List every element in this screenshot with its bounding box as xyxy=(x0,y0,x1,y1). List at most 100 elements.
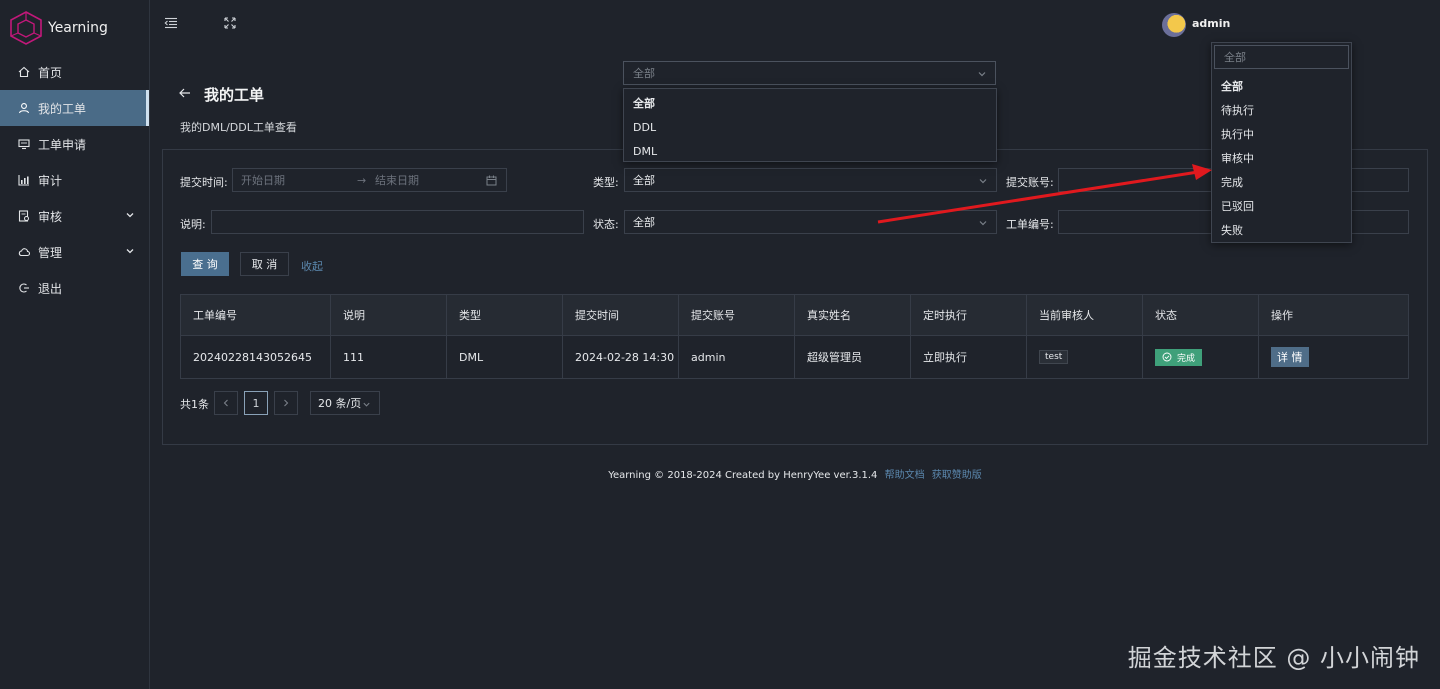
home-icon xyxy=(18,66,30,78)
type-dropdown-menu: 全部 DDL DML xyxy=(623,88,997,162)
chevron-down-icon xyxy=(363,402,370,407)
sidebar-item-label: 审核 xyxy=(38,209,63,224)
dropdown-option[interactable]: DDL xyxy=(624,115,996,139)
reviewer-tag: test xyxy=(1039,350,1069,364)
time-cell: 2024-02-28 14:30 xyxy=(563,336,679,378)
column-header: 定时执行 xyxy=(911,295,1027,335)
page-size-value: 20 条/页 xyxy=(318,397,362,410)
type-label: 类型: xyxy=(593,176,619,189)
sidebar-item-label: 管理 xyxy=(38,245,63,260)
column-header: 操作 xyxy=(1271,309,1293,322)
action-cell: 详 情 xyxy=(1259,336,1408,378)
dropdown-option[interactable]: 待执行 xyxy=(1212,98,1351,122)
status-dropdown-placeholder: 全部 xyxy=(1224,51,1246,64)
sidebar-item-manage[interactable]: 管理 xyxy=(0,234,149,270)
page-number-button[interactable]: 1 xyxy=(244,391,268,415)
sponsor-link[interactable]: 获取赞助版 xyxy=(932,470,982,481)
sidebar-menu: 首页 我的工单 工单申请 审计 审核 管理 退出 xyxy=(0,54,149,306)
type-cell: DML xyxy=(447,336,563,378)
fullscreen-icon[interactable] xyxy=(223,16,237,30)
order-id-cell: 20240228143052645 xyxy=(181,336,331,378)
app-name: Yearning xyxy=(48,20,108,36)
page-title: 我的工单 xyxy=(204,86,265,104)
column-header: 当前审核人 xyxy=(1027,295,1143,335)
end-date-placeholder: 结束日期 xyxy=(375,174,419,187)
avatar[interactable] xyxy=(1162,13,1186,37)
sidebar-item-review[interactable]: 审核 xyxy=(0,198,149,234)
status-select-value: 全部 xyxy=(633,216,655,229)
reviewer-cell: test xyxy=(1027,336,1143,378)
chevron-down-icon xyxy=(126,249,134,254)
sidebar-item-order-apply[interactable]: 工单申请 xyxy=(0,126,149,162)
status-dropdown-menu: 全部 全部 待执行 执行中 审核中 完成 已驳回 失败 xyxy=(1211,42,1352,243)
dropdown-option[interactable]: 全部 xyxy=(624,91,996,115)
desc-input[interactable] xyxy=(211,210,584,234)
desc-cell: 111 xyxy=(331,336,447,378)
sidebar-item-home[interactable]: 首页 xyxy=(0,54,149,90)
next-page-button[interactable] xyxy=(274,391,298,415)
dropdown-option[interactable]: 已驳回 xyxy=(1212,194,1351,218)
page-subtitle: 我的DML/DDL工单查看 xyxy=(180,121,297,134)
user-icon xyxy=(18,102,30,114)
arrow-left-icon[interactable] xyxy=(178,86,192,100)
status-badge: 完成 xyxy=(1155,348,1203,366)
prev-page-button[interactable] xyxy=(214,391,238,415)
collapse-link[interactable]: 收起 xyxy=(301,258,323,274)
column-header: 工单编号 xyxy=(181,295,331,335)
chart-icon xyxy=(18,174,30,186)
dropdown-option[interactable]: 失败 xyxy=(1212,218,1351,242)
status-label: 状态: xyxy=(593,218,619,231)
watermark: 掘金技术社区 @ 小小闹钟 xyxy=(1127,644,1420,672)
query-button[interactable]: 查 询 xyxy=(181,252,229,276)
sidebar-item-label: 首页 xyxy=(38,65,63,80)
sidebar-item-label: 退出 xyxy=(38,281,63,296)
help-docs-link[interactable]: 帮助文档 xyxy=(885,470,925,481)
sidebar-item-label: 审计 xyxy=(38,173,63,188)
dropdown-option[interactable]: 全部 xyxy=(1212,74,1351,98)
chevron-down-icon xyxy=(126,213,134,218)
logo[interactable]: Yearning xyxy=(10,10,108,46)
status-badge-label: 完成 xyxy=(1177,353,1196,364)
page-size-select[interactable]: 20 条/页 xyxy=(310,391,380,415)
sidebar-item-label: 工单申请 xyxy=(38,137,87,152)
orders-table: 工单编号 说明 类型 提交时间 提交账号 真实姓名 定时执行 当前审核人 状态 … xyxy=(180,294,1409,379)
cancel-button[interactable]: 取 消 xyxy=(240,252,289,276)
menu-fold-icon[interactable] xyxy=(164,16,178,30)
dropdown-option[interactable]: 完成 xyxy=(1212,170,1351,194)
audit-icon xyxy=(18,210,30,222)
user-name[interactable]: admin xyxy=(1192,17,1230,30)
chevron-down-icon xyxy=(978,72,986,77)
dropdown-option[interactable]: 审核中 xyxy=(1212,146,1351,170)
schedule-cell: 立即执行 xyxy=(911,336,1027,378)
sidebar-item-my-orders[interactable]: 我的工单 xyxy=(0,90,149,126)
account-cell: admin xyxy=(679,336,795,378)
column-header: 提交时间 xyxy=(563,295,679,335)
footer: Yearning © 2018-2024 Created by HenryYee… xyxy=(0,466,1440,481)
calendar-icon xyxy=(486,175,497,186)
dropdown-option[interactable]: 执行中 xyxy=(1212,122,1351,146)
yearning-logo-icon xyxy=(10,11,42,45)
detail-button[interactable]: 详 情 xyxy=(1271,347,1309,367)
column-header: 说明 xyxy=(331,295,447,335)
table-header: 工单编号 说明 类型 提交时间 提交账号 真实姓名 定时执行 当前审核人 状态 … xyxy=(181,295,1408,336)
total-count: 共1条 xyxy=(180,398,209,411)
type-dropdown-placeholder: 全部 xyxy=(633,67,655,80)
submit-time-label: 提交时间: xyxy=(180,176,228,189)
column-header: 状态 xyxy=(1143,295,1259,335)
status-dropdown-input[interactable]: 全部 xyxy=(1214,45,1349,69)
table-row: 20240228143052645 111 DML 2024-02-28 14:… xyxy=(181,336,1408,378)
type-select-value: 全部 xyxy=(633,174,655,187)
sidebar-item-audit-log[interactable]: 审计 xyxy=(0,162,149,198)
monitor-icon xyxy=(18,138,30,150)
annotation-arrow xyxy=(877,164,1212,224)
type-dropdown-input[interactable]: 全部 xyxy=(623,61,996,85)
sidebar-item-logout[interactable]: 退出 xyxy=(0,270,149,306)
cloud-icon xyxy=(18,246,30,258)
footer-text: Yearning © 2018-2024 Created by HenryYee… xyxy=(608,470,878,481)
chevron-right-icon xyxy=(284,399,289,407)
status-cell: 完成 xyxy=(1143,336,1259,378)
column-header: 类型 xyxy=(447,295,563,335)
date-range-picker[interactable]: 开始日期 → 结束日期 xyxy=(232,168,507,192)
real-name-cell: 超级管理员 xyxy=(795,336,911,378)
sidebar-item-label: 我的工单 xyxy=(38,101,87,116)
